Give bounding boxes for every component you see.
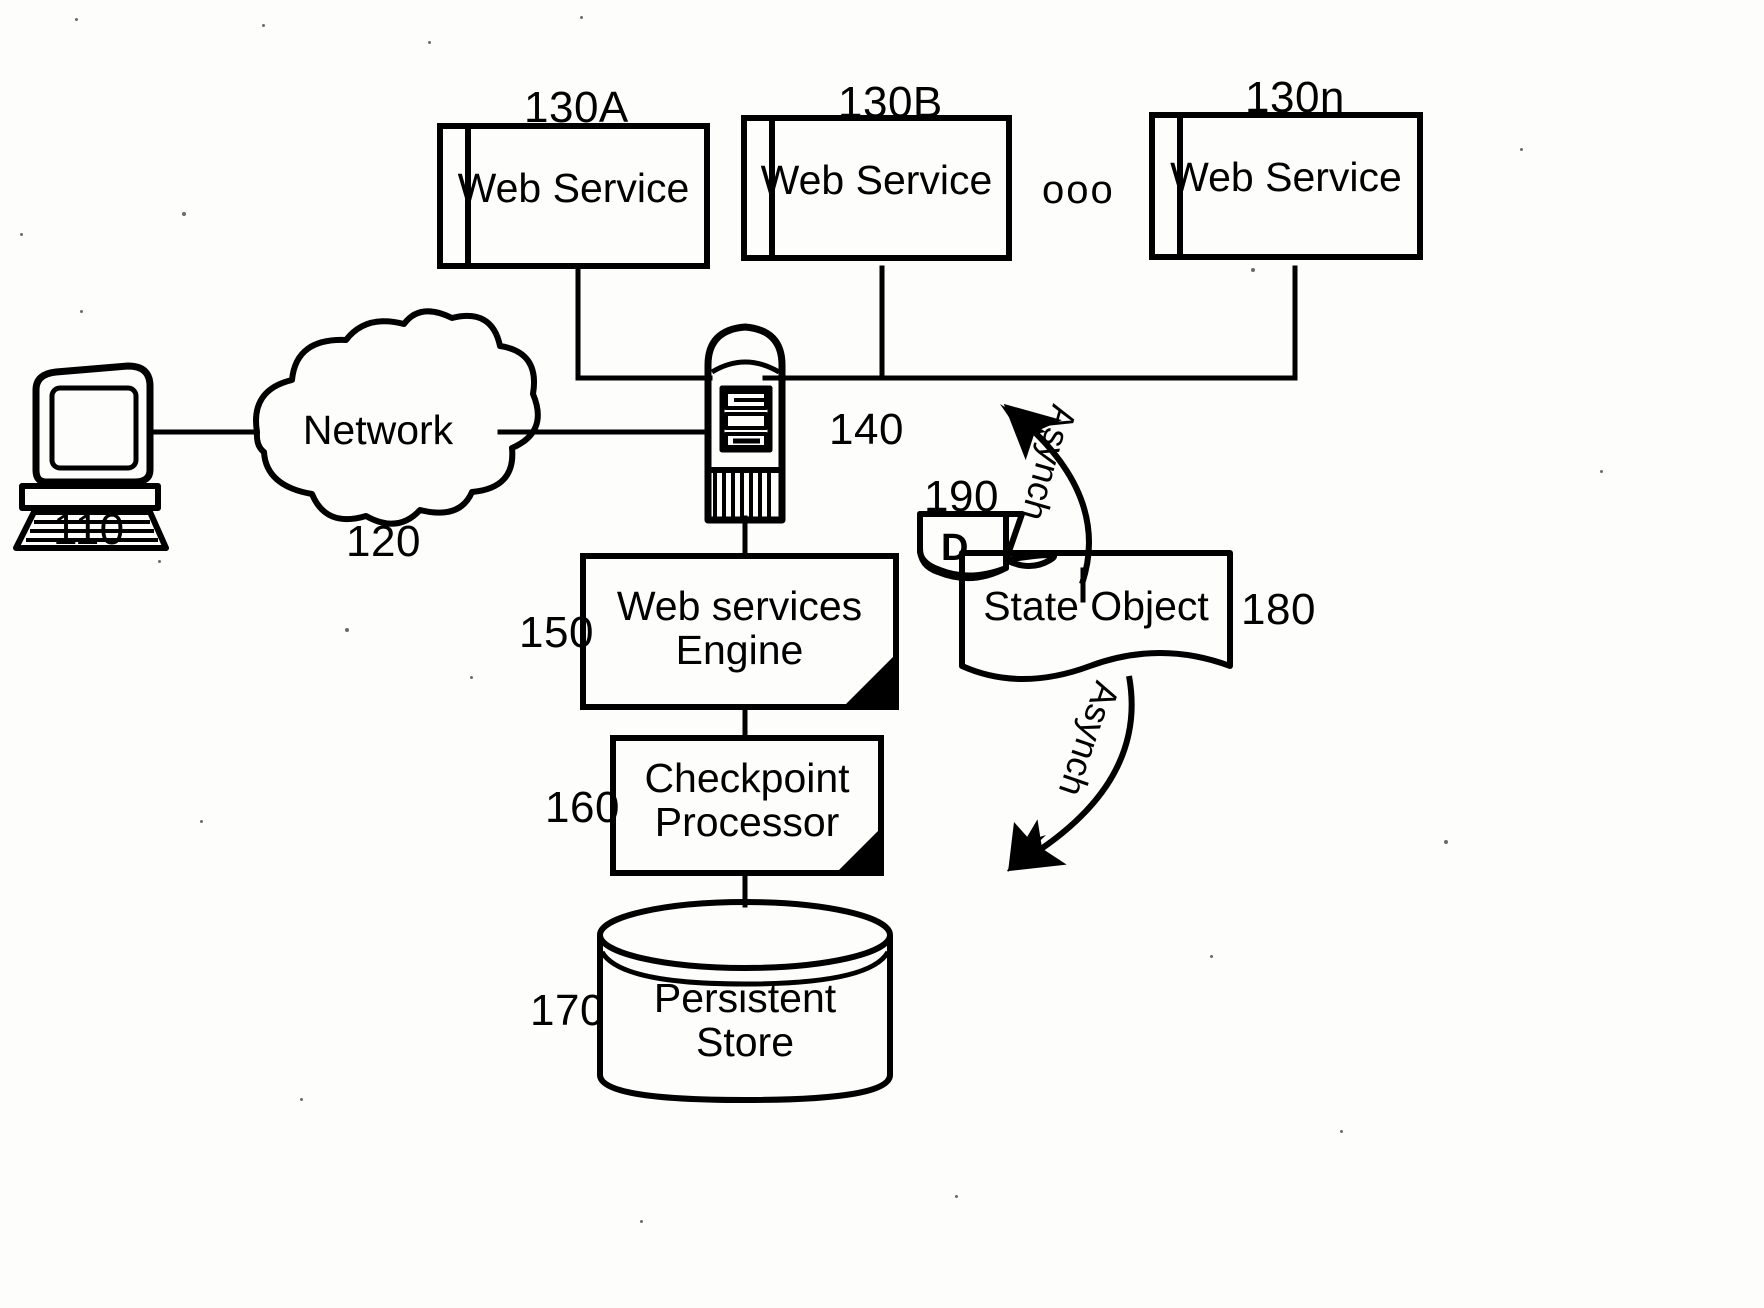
web-service-label-130B: Web Service <box>760 157 993 203</box>
ref-130B: 130B <box>838 78 943 127</box>
scan-speck <box>75 18 78 21</box>
patent-figure: 110 120 130A 130B 130n 140 150 160 170 1… <box>0 0 1764 1308</box>
web-service-label-130n: Web Service <box>1170 154 1402 200</box>
scan-speck <box>1600 470 1603 473</box>
scan-speck <box>1210 955 1213 958</box>
scan-speck <box>580 16 583 19</box>
scan-speck <box>80 310 83 313</box>
ref-130A: 130A <box>524 83 629 132</box>
document-label-D: D <box>941 527 969 569</box>
ref-110: 110 <box>53 505 125 554</box>
scan-speck <box>345 628 349 632</box>
store-label-line2: Store <box>696 1019 794 1065</box>
ref-160: 160 <box>545 783 620 832</box>
network-label: Network <box>302 407 454 453</box>
ref-120: 120 <box>346 517 421 566</box>
ref-190: 190 <box>924 472 999 521</box>
ref-180: 180 <box>1241 585 1316 634</box>
scan-speck <box>428 41 431 44</box>
scan-speck <box>1520 148 1523 151</box>
scan-speck <box>955 1195 958 1198</box>
scan-speck <box>200 820 203 823</box>
scan-speck <box>470 676 473 679</box>
checkpoint-label-line2: Processor <box>654 799 840 845</box>
scan-speck <box>262 24 265 27</box>
scan-speck <box>300 1098 303 1101</box>
checkpoint-label-line1: Checkpoint <box>644 755 850 801</box>
state-object-label: State Object <box>983 583 1209 629</box>
scan-speck <box>1444 840 1448 844</box>
store-label-line1: Persistent <box>653 975 837 1021</box>
web-service-ellipsis: ooo <box>1042 168 1115 212</box>
ref-170: 170 <box>530 986 605 1035</box>
engine-label-line2: Engine <box>675 627 804 673</box>
web-service-label-130A: Web Service <box>457 165 690 211</box>
scan-speck <box>182 212 186 216</box>
scan-speck <box>158 560 161 563</box>
scan-speck <box>20 233 23 236</box>
ref-130n: 130n <box>1245 73 1345 122</box>
engine-label-line1: Web services <box>616 583 863 629</box>
scan-speck <box>1340 1130 1343 1133</box>
scan-speck <box>640 1220 643 1223</box>
scan-speck <box>1251 268 1255 272</box>
ref-140: 140 <box>829 405 904 454</box>
server-tower-icon <box>704 323 786 524</box>
